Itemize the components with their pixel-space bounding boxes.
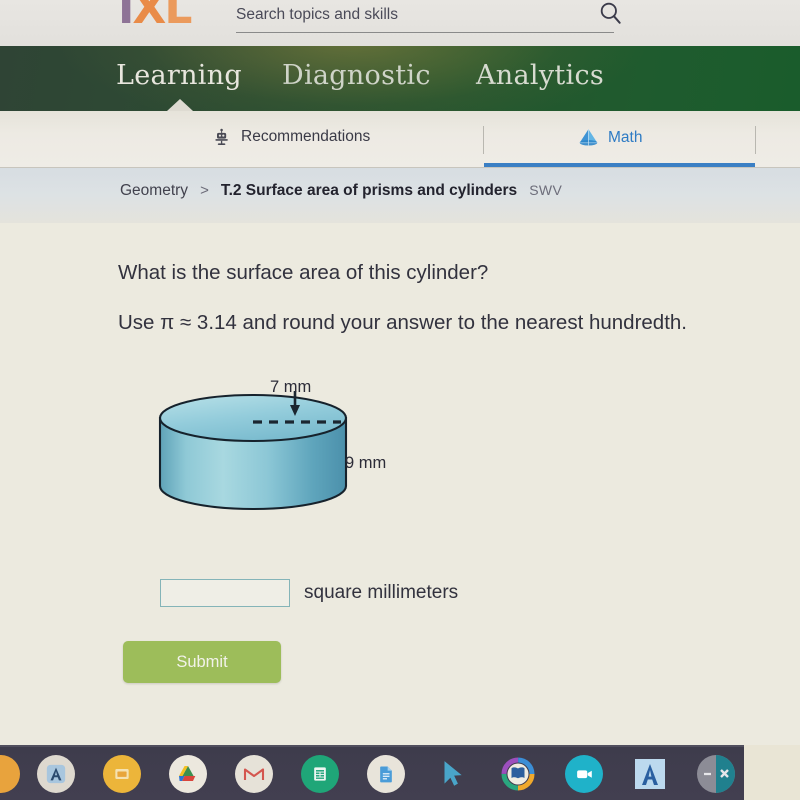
logo-letter-x: X (132, 0, 166, 34)
tab-divider-left (483, 126, 484, 154)
screen-edge-right (744, 745, 800, 800)
prism-icon (579, 129, 598, 146)
drive-triangle-icon (179, 766, 196, 781)
breadcrumb-category[interactable]: Geometry (120, 182, 188, 200)
question-content: What is the surface area of this cylinde… (0, 223, 800, 745)
tab-math[interactable]: Math (578, 127, 642, 148)
pointer-icon (444, 761, 462, 786)
gmail-icon[interactable] (235, 755, 273, 793)
google-docs-icon[interactable] (367, 755, 405, 793)
app-header: IXL (0, 0, 800, 46)
minimize-close-icon (704, 755, 735, 793)
breadcrumb-skill: T.2 Surface area of prisms and cylinders (220, 182, 518, 199)
breadcrumb: Geometry > T.2 Surface area of prisms an… (120, 182, 562, 200)
question-prompt-line2: Use π ≈ 3.14 and round your answer to th… (118, 311, 687, 334)
tab-math-label: Math (608, 128, 643, 146)
video-camera-icon (577, 770, 592, 779)
secondary-tab-row: Recommendations Math (0, 111, 800, 168)
amber-window-app-icon[interactable] (103, 755, 141, 793)
tab-recommendations-label: Recommendations (241, 128, 371, 145)
window-icon (115, 769, 129, 779)
breadcrumb-band: Geometry > T.2 Surface area of prisms an… (0, 168, 800, 223)
google-drive-icon[interactable] (169, 755, 207, 793)
breadcrumb-skill-code: SWV (529, 182, 563, 198)
question-prompt-line1: What is the surface area of this cylinde… (118, 261, 489, 284)
answer-row: square millimeters (160, 579, 458, 607)
google-sheets-icon[interactable] (301, 755, 339, 793)
ixl-logo[interactable]: IXL (118, 0, 192, 34)
logo-letter-l: L (164, 0, 192, 34)
window-controls-icon[interactable] (697, 755, 735, 793)
os-taskbar (0, 745, 800, 800)
answer-unit-label: square millimeters (304, 582, 459, 603)
search-bar (236, 2, 621, 33)
ixl-question-screen: IXL Learning Diagnostic Analytics (0, 0, 800, 800)
partial-orange-app-icon[interactable] (0, 755, 20, 793)
answer-input[interactable] (160, 579, 290, 607)
acellus-square-a-icon (635, 759, 665, 789)
breadcrumb-separator-icon: > (200, 182, 209, 199)
nav-item-diagnostic[interactable]: Diagnostic (282, 60, 431, 91)
acellus-app-icon[interactable] (37, 755, 75, 793)
nav-item-analytics[interactable]: Analytics (476, 60, 604, 91)
epic-books-icon[interactable] (499, 755, 537, 793)
height-label: 9 mm (345, 454, 387, 472)
primary-navigation: Learning Diagnostic Analytics (0, 46, 800, 111)
acellus-a-icon (46, 764, 66, 784)
docs-page-icon (380, 766, 392, 783)
cylinder-figure: 7 mm 9 mm (140, 378, 420, 538)
submit-button[interactable]: Submit (123, 641, 281, 683)
cursor-arrow-icon[interactable] (433, 755, 471, 793)
gmail-m-icon (243, 768, 265, 780)
tab-recommendations[interactable]: Recommendations (212, 127, 370, 147)
search-input[interactable] (236, 2, 556, 28)
zoom-icon[interactable] (565, 755, 603, 793)
nav-item-learning[interactable]: Learning (116, 60, 242, 91)
robot-icon (215, 128, 228, 145)
logo-letter-i: I (118, 0, 134, 34)
radius-label: 7 mm (270, 378, 312, 396)
acellus-blue-icon[interactable] (631, 755, 669, 793)
search-icon[interactable] (598, 0, 624, 26)
sheets-grid-icon (314, 767, 326, 781)
active-nav-pointer (167, 99, 193, 111)
epic-ring-icon (501, 757, 535, 791)
tab-divider-right (755, 126, 756, 154)
